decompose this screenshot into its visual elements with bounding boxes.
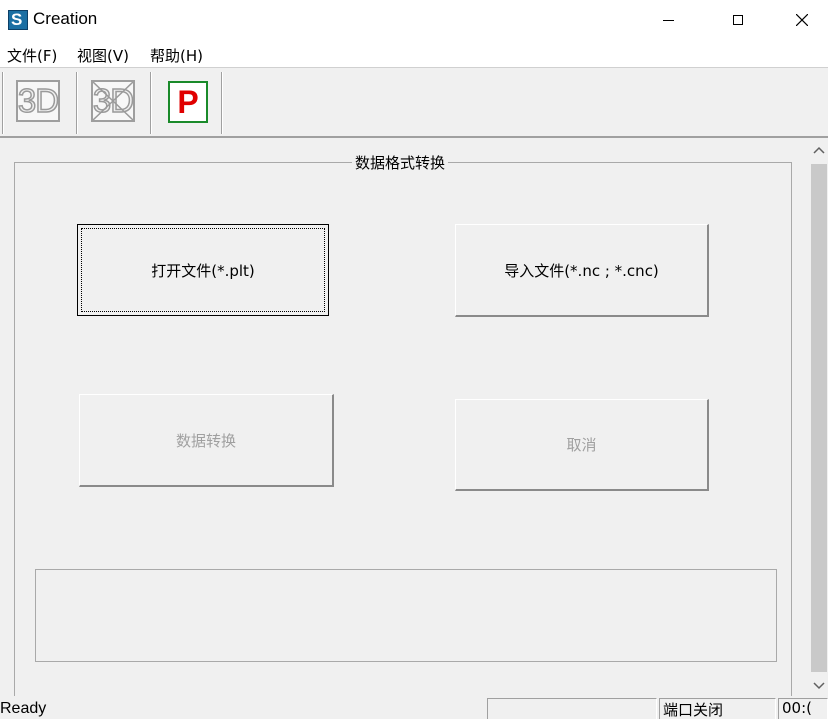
window-title: Creation xyxy=(33,9,98,28)
scrollbar-thumb[interactable] xyxy=(811,164,827,672)
import-file-label: 导入文件(*.nc ; *.cnc) xyxy=(504,261,659,280)
3d-view-icon: 3D xyxy=(17,81,60,120)
toolbar-separator xyxy=(221,72,222,134)
title-bar[interactable]: S Creation xyxy=(0,0,828,40)
import-file-button[interactable]: 导入文件(*.nc ; *.cnc) xyxy=(455,224,709,317)
3d-disabled-button[interactable]: 3D xyxy=(91,80,135,122)
status-pane xyxy=(487,698,657,719)
convert-data-label: 数据转换 xyxy=(175,431,236,450)
output-textbox[interactable] xyxy=(35,569,777,662)
status-bar: Ready 端口关闭 00:( xyxy=(0,696,828,719)
cancel-label: 取消 xyxy=(566,436,597,454)
cancel-button[interactable]: 取消 xyxy=(455,399,709,491)
maximize-icon xyxy=(733,15,743,25)
close-button[interactable] xyxy=(770,0,828,40)
maximize-button[interactable] xyxy=(706,0,770,40)
main-panel: 数据格式转换 打开文件(*.plt) 导入文件(*.nc ; *.cnc) 数据… xyxy=(0,140,810,702)
3d-view-button[interactable]: 3D xyxy=(16,80,60,122)
scroll-up-icon[interactable] xyxy=(813,146,825,154)
p-icon: P xyxy=(177,83,199,120)
menu-bar: 文件(F) 视图(V) 帮助(H) xyxy=(0,40,828,68)
toolbar-separator xyxy=(76,72,77,134)
close-icon xyxy=(796,14,808,26)
app-icon-glyph: S xyxy=(11,10,23,29)
minimize-icon xyxy=(662,19,674,21)
port-status: 端口关闭 xyxy=(659,698,776,719)
focus-rect xyxy=(81,228,325,312)
scroll-down-icon[interactable] xyxy=(813,682,825,690)
vertical-scrollbar[interactable] xyxy=(810,140,828,696)
p-button[interactable]: P xyxy=(168,81,208,123)
group-title: 数据格式转换 xyxy=(352,152,449,173)
cross-overlay-icon xyxy=(93,82,133,120)
toolbar-separator xyxy=(150,72,151,134)
toolbar-grip xyxy=(2,72,3,134)
menu-file[interactable]: 文件(F) xyxy=(7,45,57,66)
open-file-button[interactable]: 打开文件(*.plt) xyxy=(77,224,329,316)
time-status: 00:( xyxy=(778,698,828,719)
convert-data-button[interactable]: 数据转换 xyxy=(79,394,334,487)
menu-view[interactable]: 视图(V) xyxy=(77,45,129,66)
status-ready: Ready xyxy=(0,700,47,717)
app-icon[interactable]: S xyxy=(8,10,28,30)
minimize-button[interactable] xyxy=(636,0,700,40)
menu-help[interactable]: 帮助(H) xyxy=(150,45,203,66)
